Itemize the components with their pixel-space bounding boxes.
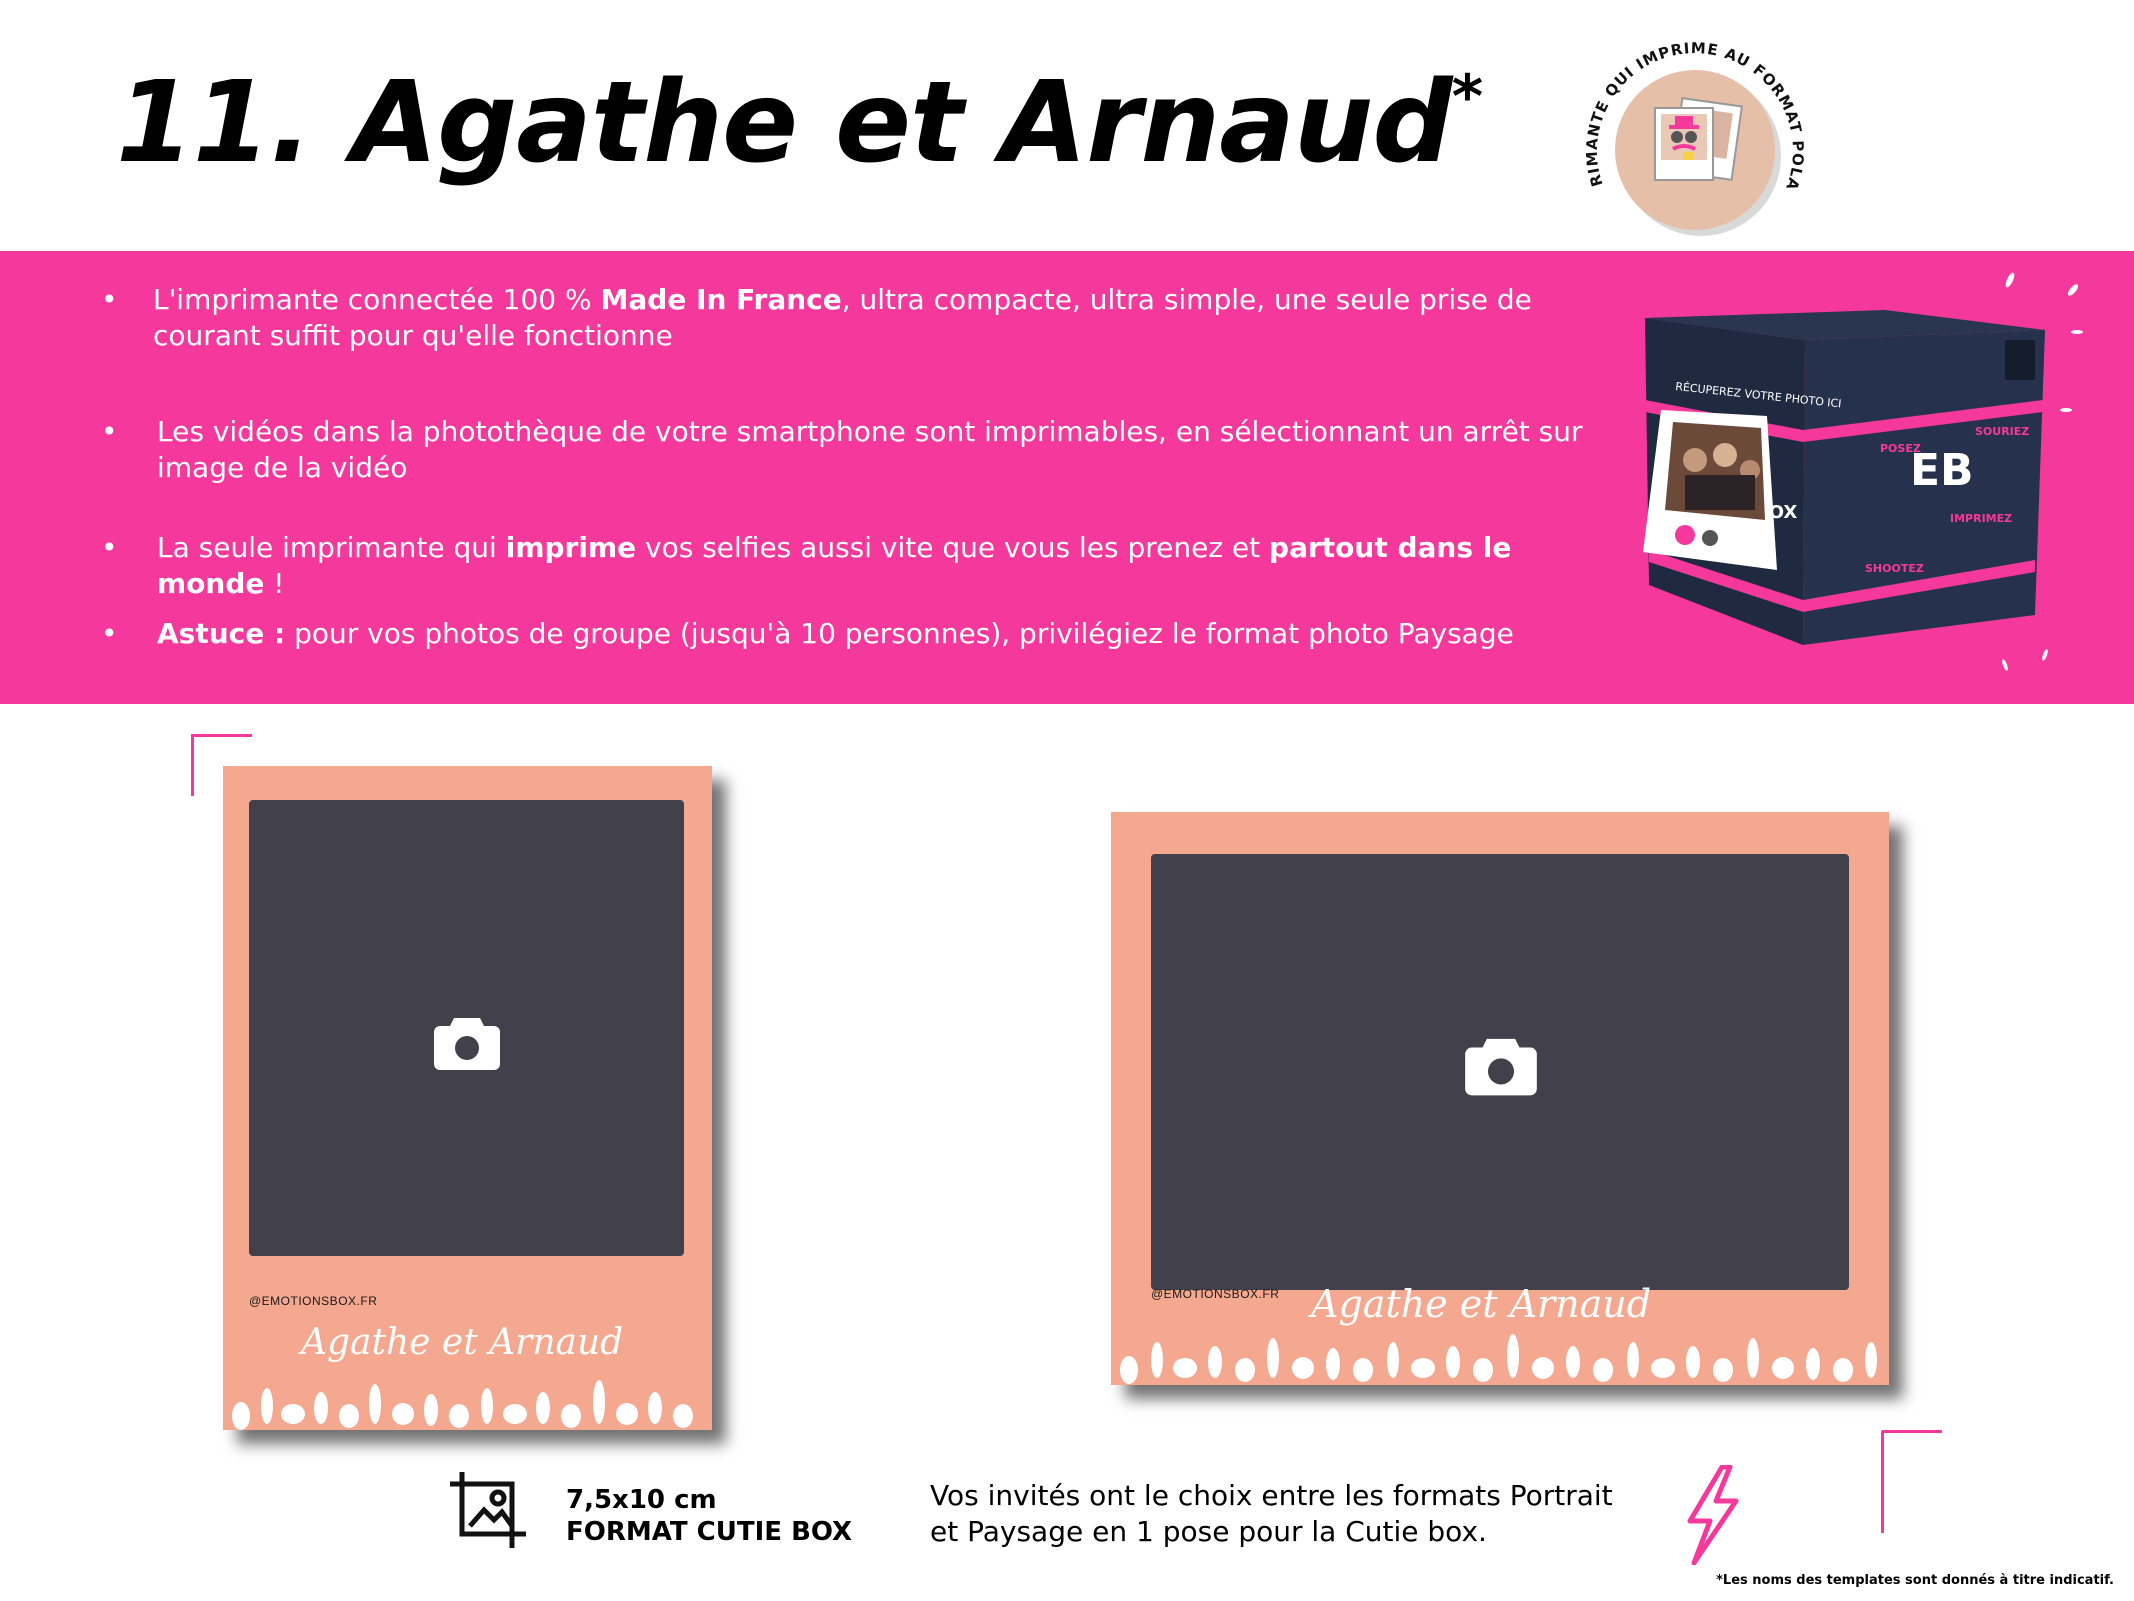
feature-text: Les vidéos dans la photothèque de votre …: [157, 415, 1583, 484]
bullet-dot: •: [101, 415, 118, 448]
feature-made-in-france: • L'imprimante connectée 100 % Made In F…: [101, 282, 1603, 354]
corner-line: [191, 734, 194, 796]
bullet-dot: •: [101, 617, 118, 650]
feature-bold: Made In France: [600, 283, 842, 316]
feature-tip: • Astuce : pour vos photos de groupe (ju…: [101, 616, 1607, 652]
landscape-template: @EMOTIONSBOX.FR Agathe et Arnaud: [1111, 812, 1889, 1385]
format-name: FORMAT CUTIE BOX: [566, 1517, 853, 1547]
feature-bold: imprime: [505, 531, 637, 564]
polaroid-icon: [1654, 97, 1743, 181]
feature-text: La seule imprimante qui: [157, 531, 506, 564]
polaroid-format-badge: L'IMPRIMANTE QUI IMPRIME AU FORMAT POLAR…: [1565, 10, 1806, 254]
feature-text: L'imprimante connectée 100 %: [153, 283, 601, 316]
disclaimer-note: *Les noms des templates sont donnés à ti…: [1716, 1573, 2114, 1588]
sticker-imprimez: IMPRIMEZ: [1950, 512, 2012, 525]
leaf-border: [232, 1380, 693, 1430]
couple-names: Agathe et Arnaud: [301, 1322, 624, 1363]
sticker-shootez: SHOOTEZ: [1865, 562, 1924, 575]
feature-text: !: [264, 567, 285, 600]
camera-icon: [434, 1018, 500, 1070]
sticker-souriez: SOURIEZ: [1975, 425, 2029, 438]
couple-names: Agathe et Arnaud: [1311, 1282, 1652, 1326]
bullet-dot: •: [101, 283, 118, 316]
format-choice-text: Vos invités ont le choix entre les forma…: [930, 1479, 1613, 1548]
printed-photo: [1643, 410, 1777, 570]
page-title: 11. Agathe et Arnaud*: [116, 58, 1483, 188]
camera-icon: [1465, 1038, 1537, 1096]
lightning-icon: [1687, 1465, 1739, 1565]
social-handle: @EMOTIONSBOX.FR: [1151, 1287, 1280, 1301]
corner-line: [192, 734, 252, 737]
feature-bold: Astuce :: [157, 617, 286, 650]
social-handle: @EMOTIONSBOX.FR: [249, 1294, 378, 1308]
format-label: 7,5x10 cm FORMAT CUTIE BOX: [566, 1484, 852, 1548]
feature-text: vos selfies aussi vite que vous les pren…: [636, 531, 1270, 564]
corner-line: [1881, 1431, 1884, 1533]
feature-fast-print: • La seule imprimante qui imprime vos se…: [101, 530, 1607, 602]
title-asterisk: *: [1451, 62, 1483, 132]
feature-video-print: • Les vidéos dans la photothèque de votr…: [101, 414, 1607, 486]
cutie-box-printer-image: RÉCUPEREZ VOTRE PHOTO ICI EB BOX POSEZ S…: [1643, 272, 2083, 671]
sticker-posez: POSEZ: [1880, 442, 1921, 455]
bullet-dot: •: [101, 531, 118, 564]
template-name: Agathe et Arnaud: [351, 58, 1452, 188]
feature-text: pour vos photos de groupe (jusqu'à 10 pe…: [285, 617, 1514, 650]
template-number: 11.: [116, 58, 312, 188]
corner-line: [1882, 1430, 1942, 1433]
format-size: 7,5x10 cm: [566, 1485, 717, 1515]
crop-size-icon: [450, 1472, 526, 1548]
portrait-template: @EMOTIONSBOX.FR Agathe et Arnaud: [223, 766, 712, 1430]
leaf-border: [1120, 1334, 1877, 1384]
